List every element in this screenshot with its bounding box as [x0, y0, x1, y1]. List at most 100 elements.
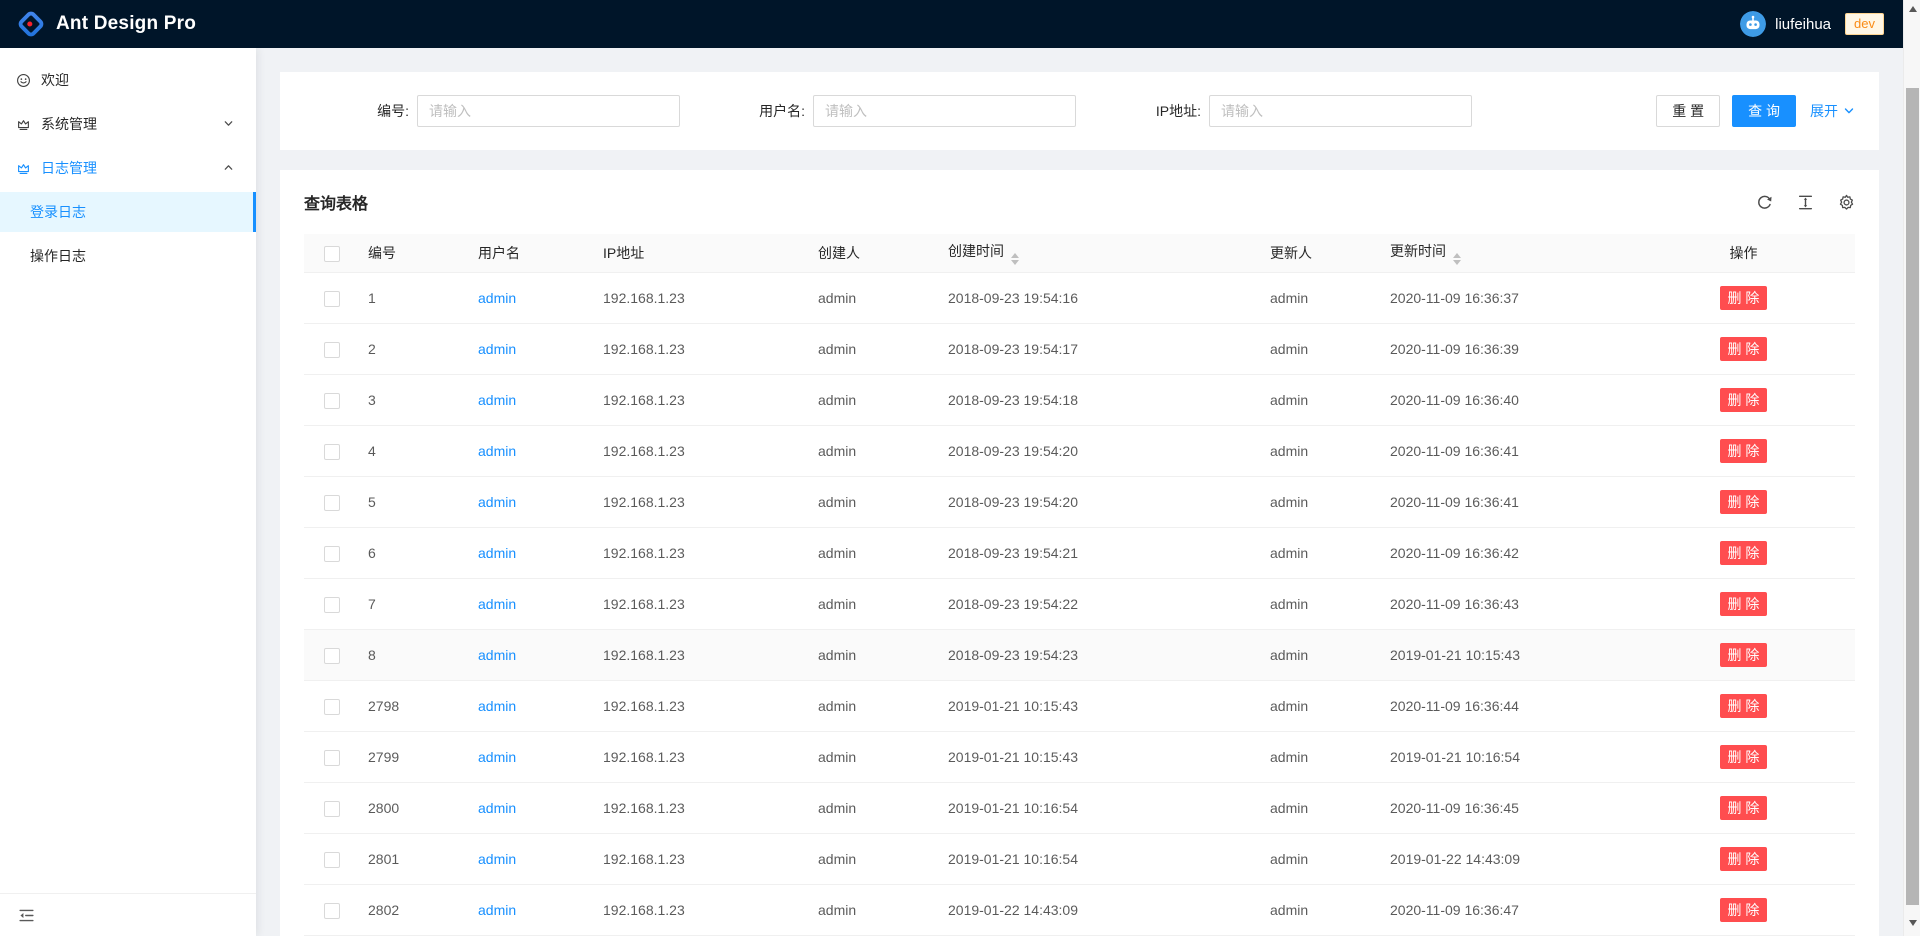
sorter-icon[interactable]: [1453, 253, 1461, 265]
row-checkbox[interactable]: [324, 801, 340, 817]
sidebar-item-label: 登录日志: [30, 202, 86, 222]
sorter-icon[interactable]: [1011, 253, 1019, 265]
expand-toggle[interactable]: 展开: [1810, 101, 1855, 121]
cell-creator: admin: [810, 324, 940, 375]
user-avatar[interactable]: [1740, 11, 1766, 37]
search-actions: 重 置 查 询 展开: [1656, 95, 1855, 127]
delete-button[interactable]: 删 除: [1720, 643, 1768, 667]
reset-button[interactable]: 重 置: [1656, 95, 1720, 127]
delete-button[interactable]: 删 除: [1720, 694, 1768, 718]
cell-creator: admin: [810, 834, 940, 885]
row-checkbox[interactable]: [324, 444, 340, 460]
row-checkbox[interactable]: [324, 699, 340, 715]
cell-create-time: 2019-01-21 10:15:43: [940, 681, 1262, 732]
username-link[interactable]: admin: [478, 647, 516, 663]
cell-ip: 192.168.1.23: [595, 528, 810, 579]
username-label[interactable]: liufeihua: [1775, 16, 1831, 33]
table-row: 6 admin 192.168.1.23 admin 2018-09-23 19…: [304, 528, 1855, 579]
settings-gear-icon[interactable]: [1838, 194, 1855, 211]
delete-button[interactable]: 删 除: [1720, 541, 1768, 565]
username-field[interactable]: [813, 95, 1076, 127]
scrollbar-down-arrow[interactable]: [1904, 914, 1920, 931]
id-field[interactable]: [417, 95, 680, 127]
delete-button[interactable]: 删 除: [1720, 592, 1768, 616]
username-link[interactable]: admin: [478, 596, 516, 612]
row-checkbox[interactable]: [324, 546, 340, 562]
id-field-label: 编号:: [304, 101, 409, 121]
chevron-down-icon: [223, 118, 234, 129]
main-content: 编号: 用户名: IP地址: 重 置 查 询 展开: [256, 48, 1903, 936]
username-link[interactable]: admin: [478, 494, 516, 510]
username-link[interactable]: admin: [478, 749, 516, 765]
cell-create-time: 2019-01-21 10:16:54: [940, 783, 1262, 834]
sidebar: 欢迎 系统管理 日志管理: [0, 48, 256, 936]
sidebar-item-system-management[interactable]: 系统管理: [0, 104, 256, 144]
username-link[interactable]: admin: [478, 545, 516, 561]
delete-button[interactable]: 删 除: [1720, 337, 1768, 361]
crown-icon: [16, 117, 31, 132]
select-all-checkbox[interactable]: [324, 246, 340, 262]
username-link[interactable]: admin: [478, 443, 516, 459]
table-body: 1 admin 192.168.1.23 admin 2018-09-23 19…: [304, 273, 1855, 936]
reload-icon[interactable]: [1756, 194, 1773, 211]
cell-id: 6: [360, 528, 470, 579]
row-checkbox[interactable]: [324, 597, 340, 613]
row-checkbox[interactable]: [324, 291, 340, 307]
density-icon[interactable]: [1797, 194, 1814, 211]
delete-button[interactable]: 删 除: [1720, 745, 1768, 769]
row-checkbox[interactable]: [324, 903, 340, 919]
cell-create-time: 2018-09-23 19:54:20: [940, 426, 1262, 477]
table-row: 5 admin 192.168.1.23 admin 2018-09-23 19…: [304, 477, 1855, 528]
delete-button[interactable]: 删 除: [1720, 439, 1768, 463]
top-header: Ant Design Pro liufeihua dev: [0, 0, 1920, 48]
sidebar-item-welcome[interactable]: 欢迎: [0, 60, 256, 100]
username-link[interactable]: admin: [478, 290, 516, 306]
app-title: Ant Design Pro: [56, 13, 196, 35]
scrollbar-thumb[interactable]: [1906, 88, 1919, 905]
delete-button[interactable]: 删 除: [1720, 796, 1768, 820]
delete-button[interactable]: 删 除: [1720, 388, 1768, 412]
ip-field[interactable]: [1209, 95, 1472, 127]
column-header-update-time: 更新时间: [1382, 234, 1632, 273]
cell-ip: 192.168.1.23: [595, 426, 810, 477]
delete-button[interactable]: 删 除: [1720, 847, 1768, 871]
username-link[interactable]: admin: [478, 851, 516, 867]
table-row: 2802 admin 192.168.1.23 admin 2019-01-22…: [304, 885, 1855, 936]
cell-update-time: 2019-01-21 10:16:54: [1382, 732, 1632, 783]
row-checkbox[interactable]: [324, 393, 340, 409]
env-tag-badge: dev: [1845, 13, 1884, 35]
username-link[interactable]: admin: [478, 902, 516, 918]
row-checkbox[interactable]: [324, 750, 340, 766]
cell-id: 5: [360, 477, 470, 528]
cell-id: 1: [360, 273, 470, 324]
delete-button[interactable]: 删 除: [1720, 286, 1768, 310]
form-item-username: 用户名:: [700, 95, 1096, 127]
cell-creator: admin: [810, 885, 940, 936]
query-button[interactable]: 查 询: [1732, 95, 1796, 127]
scrollbar-up-arrow[interactable]: [1904, 0, 1920, 17]
row-checkbox[interactable]: [324, 648, 340, 664]
username-link[interactable]: admin: [478, 698, 516, 714]
cell-id: 2798: [360, 681, 470, 732]
chevron-down-icon: [1843, 105, 1855, 117]
row-checkbox[interactable]: [324, 495, 340, 511]
username-link[interactable]: admin: [478, 800, 516, 816]
cell-creator: admin: [810, 732, 940, 783]
sidebar-item-operation-log[interactable]: 操作日志: [0, 236, 256, 276]
cell-ip: 192.168.1.23: [595, 579, 810, 630]
cell-updater: admin: [1262, 630, 1382, 681]
row-checkbox[interactable]: [324, 342, 340, 358]
table-header-row: 编号 用户名 IP地址 创建人 创建时间 更新人 更新时间 操作: [304, 234, 1855, 273]
username-link[interactable]: admin: [478, 392, 516, 408]
delete-button[interactable]: 删 除: [1720, 898, 1768, 922]
sidebar-item-log-management[interactable]: 日志管理: [0, 148, 256, 188]
sidebar-item-login-log[interactable]: 登录日志: [0, 192, 256, 232]
delete-button[interactable]: 删 除: [1720, 490, 1768, 514]
sidebar-item-label: 日志管理: [41, 158, 97, 178]
cell-id: 8: [360, 630, 470, 681]
row-checkbox[interactable]: [324, 852, 340, 868]
table-row: 2800 admin 192.168.1.23 admin 2019-01-21…: [304, 783, 1855, 834]
username-link[interactable]: admin: [478, 341, 516, 357]
menu-fold-icon[interactable]: [18, 907, 35, 924]
table-row: 7 admin 192.168.1.23 admin 2018-09-23 19…: [304, 579, 1855, 630]
